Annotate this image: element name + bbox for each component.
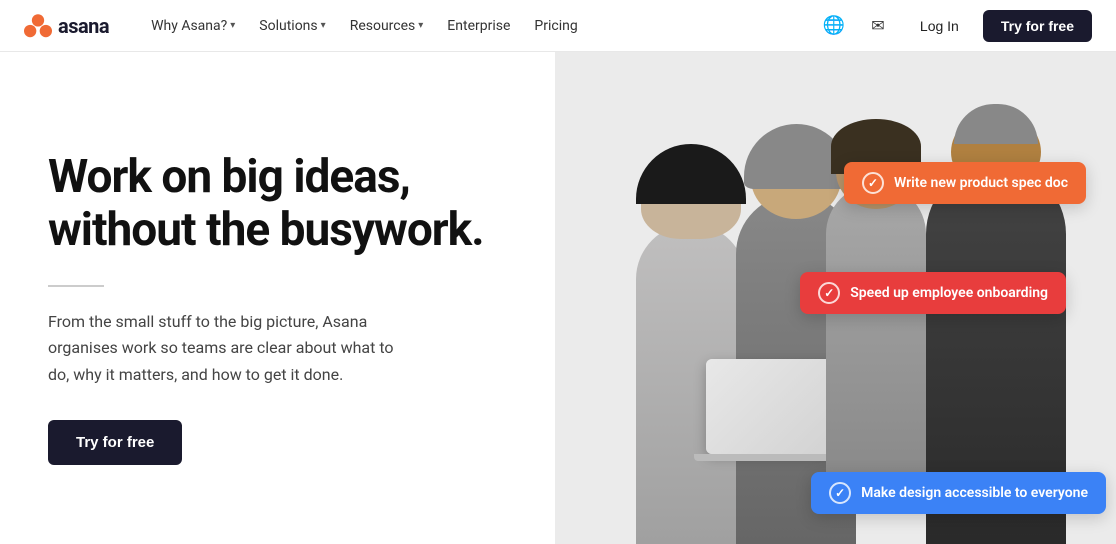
hero-left-panel: Work on big ideas, without the busywork.… bbox=[0, 52, 555, 544]
globe-icon: 🌐 bbox=[823, 15, 845, 36]
mail-button[interactable]: ✉ bbox=[860, 8, 896, 44]
person-1-hair bbox=[636, 144, 746, 204]
nav-item-solutions[interactable]: Solutions ▾ bbox=[249, 12, 335, 40]
person-3-body bbox=[826, 184, 926, 494]
nav-label-pricing: Pricing bbox=[534, 18, 577, 34]
nav-right: 🌐 ✉ Log In Try for free bbox=[816, 8, 1092, 44]
login-button[interactable]: Log In bbox=[904, 11, 975, 41]
logo-text: asana bbox=[58, 14, 109, 38]
globe-button[interactable]: 🌐 bbox=[816, 8, 852, 44]
nav-item-enterprise[interactable]: Enterprise bbox=[437, 12, 520, 40]
chevron-down-icon: ▾ bbox=[321, 20, 326, 31]
task-badge-3: ✓ Make design accessible to everyone bbox=[811, 472, 1106, 514]
nav-item-pricing[interactable]: Pricing bbox=[524, 12, 587, 40]
check-icon-3: ✓ bbox=[829, 482, 851, 504]
hero-cta-button[interactable]: Try for free bbox=[48, 420, 182, 465]
nav-label-resources: Resources bbox=[350, 18, 416, 34]
nav-label-why-asana: Why Asana? bbox=[151, 18, 227, 34]
hero-title: Work on big ideas, without the busywork. bbox=[48, 151, 507, 257]
navbar: asana Why Asana? ▾ Solutions ▾ Resources… bbox=[0, 0, 1116, 52]
asana-logo-icon bbox=[24, 12, 52, 40]
mail-icon: ✉ bbox=[871, 16, 884, 36]
hero-right-panel: ✓ Write new product spec doc ✓ Speed up … bbox=[555, 52, 1116, 544]
chevron-down-icon: ▾ bbox=[230, 20, 235, 31]
nav-links: Why Asana? ▾ Solutions ▾ Resources ▾ Ent… bbox=[141, 12, 816, 40]
hero-subtitle: From the small stuff to the big picture,… bbox=[48, 309, 408, 388]
task-badge-3-text: Make design accessible to everyone bbox=[861, 485, 1088, 501]
task-badge-2: ✓ Speed up employee onboarding bbox=[800, 272, 1066, 314]
main-content: Work on big ideas, without the busywork.… bbox=[0, 52, 1116, 544]
nav-label-enterprise: Enterprise bbox=[447, 18, 510, 34]
task-badge-2-text: Speed up employee onboarding bbox=[850, 285, 1048, 301]
check-icon-1: ✓ bbox=[862, 172, 884, 194]
nav-label-solutions: Solutions bbox=[259, 18, 317, 34]
logo[interactable]: asana bbox=[24, 12, 109, 40]
task-badge-1-text: Write new product spec doc bbox=[894, 175, 1068, 191]
check-icon-2: ✓ bbox=[818, 282, 840, 304]
task-badge-1: ✓ Write new product spec doc bbox=[844, 162, 1086, 204]
nav-item-why-asana[interactable]: Why Asana? ▾ bbox=[141, 12, 245, 40]
nav-item-resources[interactable]: Resources ▾ bbox=[340, 12, 434, 40]
hero-divider bbox=[48, 285, 104, 287]
person-4-hat bbox=[954, 104, 1038, 144]
chevron-down-icon: ▾ bbox=[418, 20, 423, 31]
nav-try-free-button[interactable]: Try for free bbox=[983, 10, 1092, 42]
